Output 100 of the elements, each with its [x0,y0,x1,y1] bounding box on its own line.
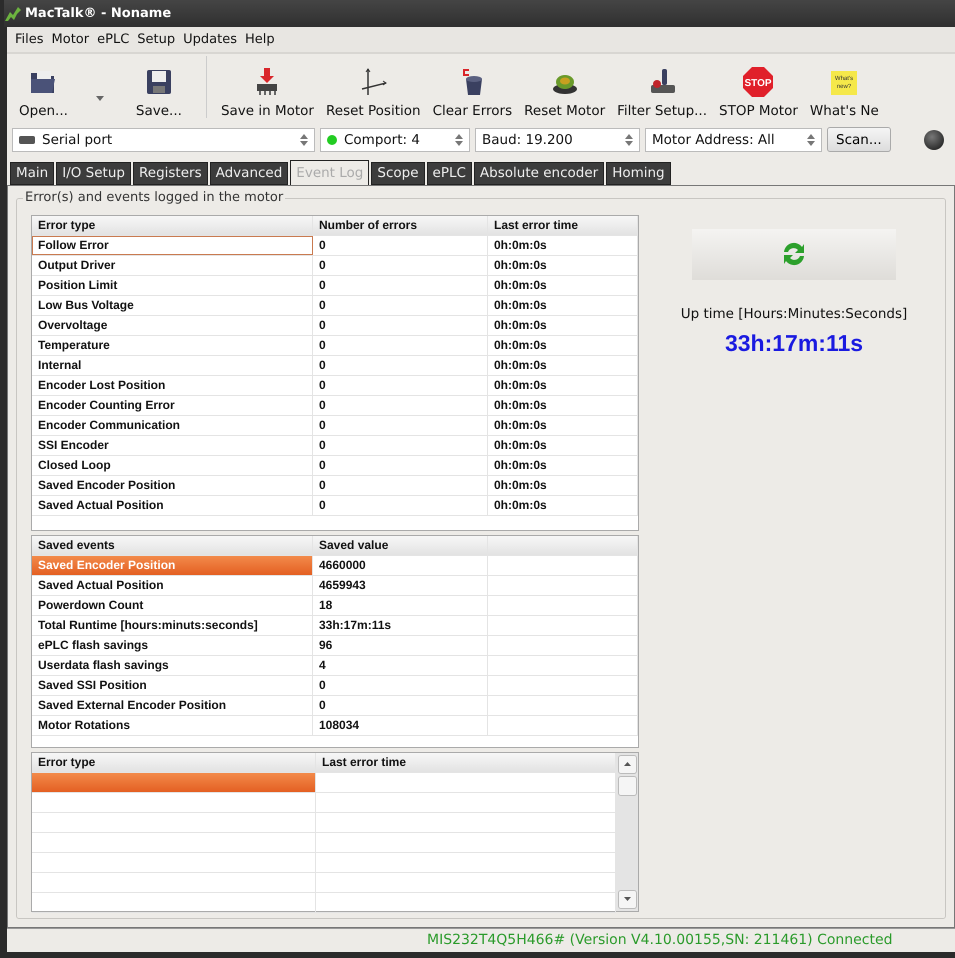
table-cell: 0 [313,456,488,475]
toolbar-button[interactable]: STOP STOP Motor [713,62,804,122]
table-cell: Saved Encoder Position [32,556,313,575]
table-cell: Saved Encoder Position [32,476,313,495]
table-cell: 0h:0m:0s [488,376,638,395]
table-cell: Saved SSI Position [32,676,313,695]
vertical-scrollbar[interactable] [616,752,638,911]
menu-item[interactable]: Help [240,32,279,47]
table-cell: Encoder Communication [32,416,313,435]
table-cell: 0h:0m:0s [488,476,638,495]
tab[interactable]: Registers [132,162,208,185]
table-cell: ePLC flash savings [32,636,313,655]
table-cell: Saved Actual Position [32,496,313,515]
scroll-down-button[interactable] [618,890,636,909]
group-title: Error(s) and events logged in the motor [23,190,286,205]
toolbar-button[interactable]: Reset Motor [518,62,612,122]
table-cell: 0 [313,476,488,495]
up-arrow-icon [624,762,630,766]
spinner-arrows-icon [455,134,463,146]
status-text: MIS232T4Q5H466# (Version V4.10.00155,SN: 211461) Connected [427,932,892,948]
table-cell: 0h:0m:0s [488,316,638,335]
table-cell: 0 [313,436,488,455]
spinner-arrows-icon [625,134,633,146]
comport-dropdown[interactable]: Comport: 4 [320,128,470,152]
table-cell: 0h:0m:0s [488,456,638,475]
refresh-button[interactable] [692,228,896,280]
menu-item[interactable]: Files [11,32,48,47]
table-cell: 0 [313,316,488,335]
scan-button[interactable]: Scan... [827,127,891,152]
serial-port-icon [19,136,35,144]
table-cell: 0 [313,356,488,375]
table-cell: 0h:0m:0s [488,496,638,515]
toolbar-button[interactable]: Reset Position [320,62,427,122]
uptime-value: 33h:17m:11s [724,330,864,357]
table-cell: 0h:0m:0s [488,296,638,315]
table-cell: 0h:0m:0s [488,336,638,355]
tab[interactable]: Scope [371,162,425,185]
table-cell: Total Runtime [hours:minuts:seconds] [32,616,313,635]
toolbar-button[interactable]: Filter Setup... [611,62,714,122]
table-cell: 0 [313,416,488,435]
tab[interactable]: ePLC [426,162,472,185]
table-cell: Internal [32,356,313,375]
menu-item[interactable]: Motor [48,32,94,47]
tab[interactable]: I/O Setup [56,162,131,185]
column-header[interactable]: Last error time [488,216,638,235]
column-header[interactable]: Saved value [313,536,488,555]
down-arrow-icon [624,897,630,902]
window-title: MacTalk® - Noname [25,6,172,22]
table-cell: 0 [313,296,488,315]
menu-item[interactable]: ePLC [93,32,134,47]
table-cell: Follow Error [32,236,313,255]
table-cell: Encoder Lost Position [32,376,313,395]
table-cell: 0h:0m:0s [488,356,638,375]
column-header[interactable]: Error type [32,216,313,235]
tab[interactable]: Main [10,162,54,185]
table-cell: 0 [313,496,488,515]
table-cell: 0 [313,676,488,695]
table-cell: Low Bus Voltage [32,296,313,315]
table-cell: Temperature [32,336,313,355]
table-cell: 0 [313,276,488,295]
column-header[interactable]: Number of errors [313,216,488,235]
knob-icon [924,130,944,150]
toolbar-button[interactable]: Open... [13,62,110,122]
table-cell: 4660000 [313,556,488,575]
tab[interactable]: Absolute encoder [474,162,604,185]
toolbar-button[interactable]: Save... [120,62,198,122]
table-cell: 0 [313,256,488,275]
baud-dropdown[interactable]: Baud: 19.200 [475,128,640,152]
caret-icon [96,96,104,101]
spinner-arrows-icon [300,134,308,146]
table-cell: 0 [313,376,488,395]
table-cell: 0h:0m:0s [488,256,638,275]
spinner-arrows-icon [807,134,815,146]
port-dropdown[interactable]: Serial port [12,128,315,152]
scrollbar-thumb[interactable] [618,776,636,796]
column-header[interactable]: Saved events [32,536,313,555]
table-cell: Motor Rotations [32,716,313,735]
table-cell: 0 [313,396,488,415]
table-cell: 108034 [313,716,488,735]
table-cell: 0h:0m:0s [488,436,638,455]
menu-item[interactable]: Updates [179,32,241,47]
table-cell: 0h:0m:0s [488,396,638,415]
app-logo-icon [4,6,22,22]
menu-item[interactable]: Setup [133,32,180,47]
column-header[interactable]: Error type [32,752,316,772]
tab[interactable]: Homing [606,162,671,185]
address-dropdown[interactable]: Motor Address: All [645,128,822,152]
table-cell: 33h:17m:11s [313,616,488,635]
toolbar-button[interactable]: Save in Motor [214,62,320,122]
table-cell: 18 [313,596,488,615]
table-cell: 0h:0m:0s [488,416,638,435]
table-cell: 0 [313,336,488,355]
scroll-up-button[interactable] [618,754,636,774]
toolbar-button[interactable]: Clear Errors [426,62,518,122]
table-cell: 0 [313,236,488,255]
table-cell: 4 [313,656,488,675]
table-cell: SSI Encoder [32,436,313,455]
table-cell: Saved Actual Position [32,576,313,595]
table-cell: 0 [313,696,488,715]
tab[interactable]: Advanced [210,162,288,185]
